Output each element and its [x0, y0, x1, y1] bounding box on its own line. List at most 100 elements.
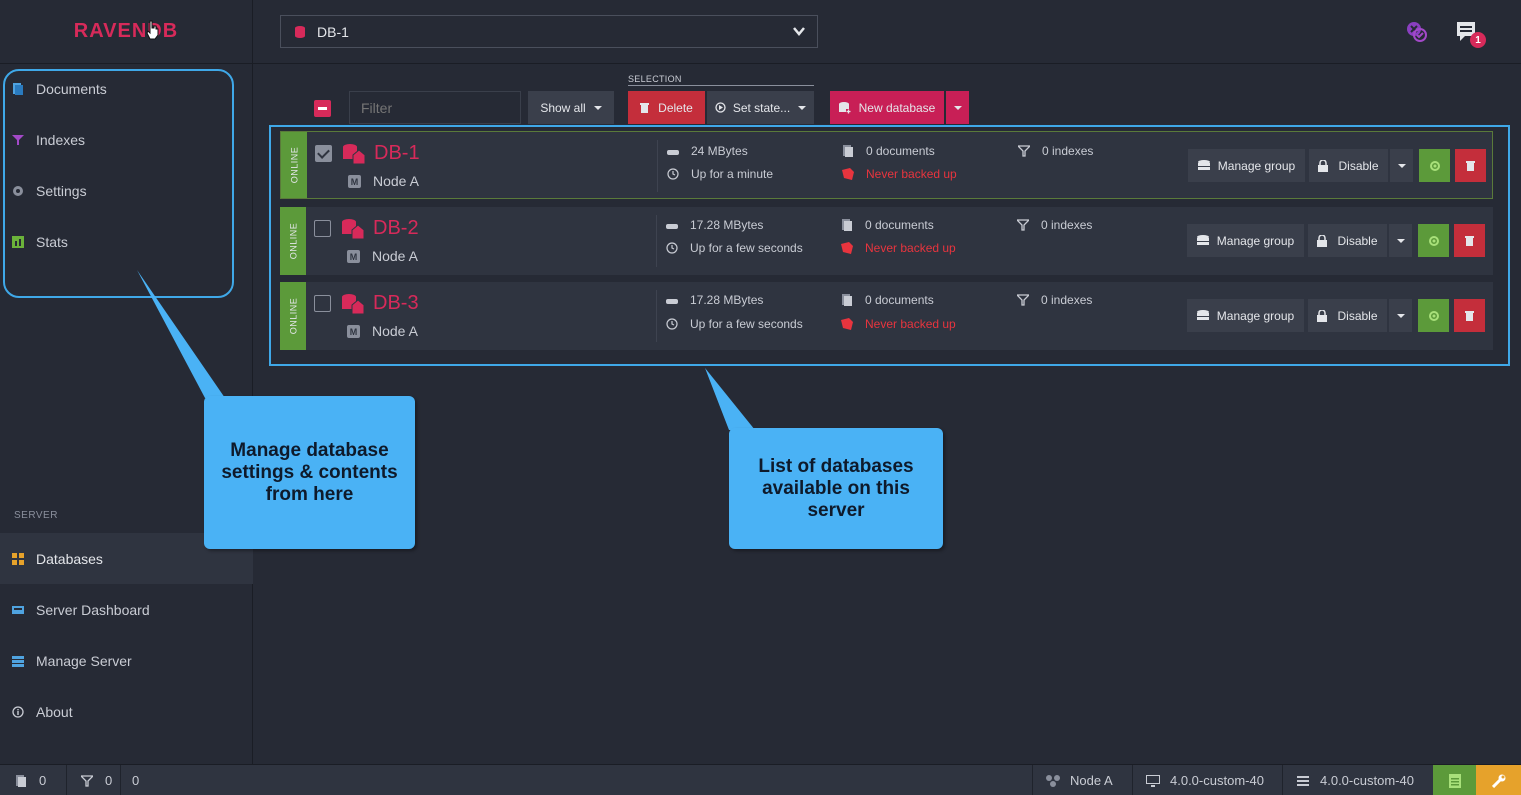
- divider: [1032, 765, 1033, 795]
- caret-down-icon: [798, 105, 807, 110]
- delete-button[interactable]: Delete: [628, 91, 705, 124]
- documents-icon: [842, 219, 852, 231]
- database-home-icon: [342, 219, 364, 239]
- filter-input[interactable]: [349, 91, 521, 124]
- node-icon: M: [347, 325, 360, 338]
- monitor-icon: [1146, 774, 1160, 787]
- disable-button[interactable]: Disable: [1308, 224, 1387, 257]
- server-section-label: SERVER: [14, 510, 58, 521]
- sidebar-item-label: Databases: [36, 550, 103, 567]
- refresh-icon: [1428, 310, 1439, 321]
- node-label: Node A: [372, 323, 418, 339]
- new-database-options[interactable]: [946, 91, 969, 124]
- databases-icon: [12, 552, 24, 565]
- lock-icon: [1318, 159, 1329, 172]
- callout-left: Manage database settings & contents from…: [204, 396, 415, 549]
- document-count-status[interactable]: 0: [15, 765, 46, 795]
- disable-options-dropdown[interactable]: [1390, 149, 1413, 182]
- row-divider: [656, 215, 657, 267]
- disable-button[interactable]: Disable: [1309, 149, 1388, 182]
- callout-left-text: Manage database settings & contents from…: [221, 439, 398, 505]
- online-status-badge: ONLINE: [281, 132, 307, 198]
- play-circle-icon: [715, 102, 726, 113]
- show-all-dropdown[interactable]: Show all: [528, 91, 614, 124]
- refresh-icon: [1428, 235, 1439, 246]
- documents-icon: [842, 294, 852, 306]
- database-icon: [295, 25, 305, 38]
- divider: [66, 765, 67, 795]
- backup-status: Never backed up: [841, 317, 956, 331]
- database-selector[interactable]: DB-1: [280, 15, 818, 48]
- index-count-status[interactable]: 0: [81, 765, 112, 795]
- trash-icon: [1466, 161, 1475, 171]
- delete-database-button[interactable]: [1455, 149, 1486, 182]
- database-name-link[interactable]: DB-2: [373, 217, 419, 240]
- ravendb-logo[interactable]: RAVENDB: [0, 0, 252, 64]
- support-button[interactable]: [1476, 765, 1521, 795]
- sidebar-item-about[interactable]: About: [0, 686, 253, 737]
- database-group-icon: [1196, 234, 1209, 245]
- divider: [1132, 765, 1133, 795]
- row-checkbox[interactable]: [314, 295, 331, 312]
- callout-right-text: List of databases available on this serv…: [758, 455, 914, 521]
- node-label: Node A: [373, 173, 419, 189]
- divider: [1282, 765, 1283, 795]
- node-label: Node A: [372, 248, 418, 264]
- database-row[interactable]: ONLINE DB-2 M Node A 17.28 MBytes Up for…: [280, 207, 1493, 275]
- selection-divider: [628, 85, 814, 86]
- database-name-link[interactable]: DB-3: [373, 292, 419, 315]
- callout-right: List of databases available on this serv…: [729, 428, 943, 549]
- manage-group-button[interactable]: Manage group: [1188, 149, 1305, 182]
- caret-down-icon: [593, 105, 602, 110]
- cluster-node-icon: [1046, 774, 1060, 787]
- delete-label: Delete: [658, 100, 693, 115]
- sidebar-item-manage-server[interactable]: Manage Server: [0, 635, 253, 686]
- top-bar: DB-1 1: [253, 0, 1521, 64]
- sidebar-highlight-box: [3, 69, 234, 298]
- lock-icon: [1317, 309, 1328, 322]
- license-button[interactable]: [1433, 765, 1476, 795]
- database-row[interactable]: ONLINE DB-3 M Node A 17.28 MBytes Up for…: [280, 282, 1493, 350]
- database-uptime: Up for a minute: [667, 167, 773, 181]
- node-status[interactable]: Node A: [1046, 765, 1113, 795]
- sidebar-item-server-dashboard[interactable]: Server Dashboard: [0, 584, 253, 635]
- compact-button[interactable]: [1419, 149, 1450, 182]
- hand-cursor-icon: [146, 20, 159, 40]
- set-state-dropdown[interactable]: Set state...: [707, 91, 814, 124]
- row-checkbox[interactable]: [315, 145, 332, 162]
- database-uptime: Up for a few seconds: [666, 241, 803, 255]
- node-icon: M: [347, 250, 360, 263]
- manage-server-icon: [12, 655, 24, 667]
- online-status-badge: ONLINE: [280, 282, 306, 350]
- new-database-label: New database: [858, 100, 936, 115]
- index-errors-status[interactable]: 0: [132, 765, 139, 795]
- compact-button[interactable]: [1418, 299, 1449, 332]
- storage-icon: [666, 224, 678, 229]
- disable-button[interactable]: Disable: [1308, 299, 1387, 332]
- manage-group-button[interactable]: Manage group: [1187, 224, 1304, 257]
- compact-button[interactable]: [1418, 224, 1449, 257]
- database-size: 17.28 MBytes: [666, 293, 763, 307]
- server-version-status[interactable]: 4.0.0-custom-40: [1297, 765, 1414, 795]
- delete-database-button[interactable]: [1454, 299, 1485, 332]
- lock-icon: [1317, 234, 1328, 247]
- delete-database-button[interactable]: [1454, 224, 1485, 257]
- row-divider: [656, 290, 657, 342]
- select-all-checkbox[interactable]: [314, 100, 331, 117]
- database-row[interactable]: ONLINE DB-1 M Node A 24 MBytes Up for a …: [280, 131, 1493, 199]
- notifications-button[interactable]: 1: [1456, 20, 1486, 48]
- row-divider: [657, 140, 658, 192]
- cluster-status-button[interactable]: [1405, 20, 1429, 44]
- disable-options-dropdown[interactable]: [1389, 224, 1412, 257]
- disable-options-dropdown[interactable]: [1389, 299, 1412, 332]
- sidebar-item-label: Server Dashboard: [36, 601, 150, 618]
- new-database-button[interactable]: New database: [830, 91, 944, 124]
- selected-database: DB-1: [317, 23, 349, 40]
- database-name-link[interactable]: DB-1: [374, 142, 420, 165]
- client-version-status[interactable]: 4.0.0-custom-40: [1146, 765, 1264, 795]
- row-checkbox[interactable]: [314, 220, 331, 237]
- caret-down-icon: [1396, 313, 1405, 318]
- database-size: 17.28 MBytes: [666, 218, 763, 232]
- index-count: 0 indexes: [1018, 144, 1093, 158]
- manage-group-button[interactable]: Manage group: [1187, 299, 1304, 332]
